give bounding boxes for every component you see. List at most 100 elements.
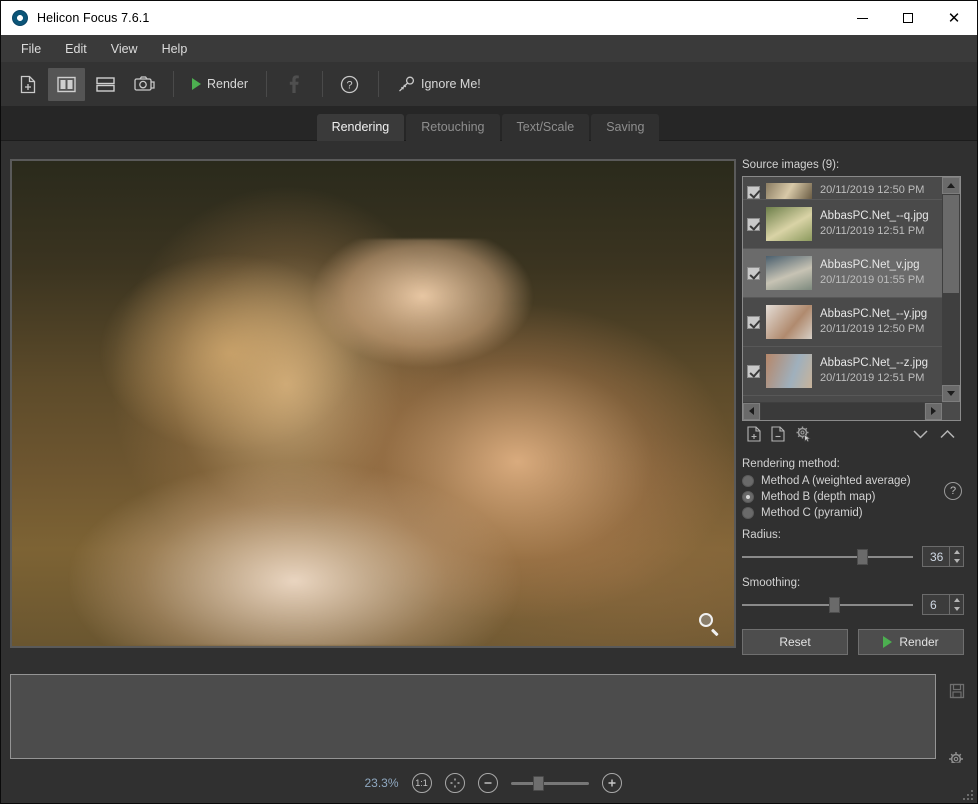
radio-method-b[interactable]: [742, 491, 754, 503]
menu-edit[interactable]: Edit: [53, 38, 99, 60]
smoothing-stepper-buttons: [949, 595, 963, 614]
source-list-vertical-scrollbar[interactable]: [942, 177, 960, 402]
source-date: 20/11/2019 12:50 PM: [820, 183, 924, 199]
scroll-left-button[interactable]: [743, 403, 760, 420]
window-title: Helicon Focus 7.6.1: [37, 11, 149, 25]
radio-method-c[interactable]: [742, 507, 754, 519]
maximize-button[interactable]: [885, 1, 931, 35]
zoom-slider-thumb[interactable]: [533, 776, 544, 791]
radius-value[interactable]: 36: [923, 547, 949, 566]
method-c-option[interactable]: Method C (pyramid): [742, 507, 964, 519]
maximize-icon: [903, 13, 913, 23]
menu-file[interactable]: File: [9, 38, 53, 60]
add-file-button[interactable]: [9, 68, 46, 101]
smoothing-slider[interactable]: [742, 604, 913, 606]
list-settings-button[interactable]: [795, 425, 813, 443]
scrollbar-corner: [942, 402, 960, 420]
right-panel: Source images (9): 20/11/2019 12:50 PM: [742, 159, 964, 655]
scroll-down-button[interactable]: [942, 385, 960, 402]
smoothing-decrement-button[interactable]: [950, 605, 963, 615]
menu-view[interactable]: View: [99, 38, 150, 60]
list-item[interactable]: 20/11/2019 12:50 PM: [743, 177, 942, 200]
reset-button[interactable]: Reset: [742, 629, 848, 655]
zoom-out-button[interactable]: [478, 773, 498, 793]
source-filename: AbbasPC.Net_v.jpg: [820, 257, 924, 274]
tab-rendering[interactable]: Rendering: [317, 114, 405, 141]
chevron-down-icon: [954, 559, 960, 563]
method-a-option[interactable]: Method A (weighted average): [742, 475, 964, 487]
render-toolbar-button[interactable]: Render: [182, 68, 258, 101]
method-b-option[interactable]: Method B (depth map): [742, 491, 964, 503]
source-checkbox[interactable]: [747, 316, 760, 329]
smoothing-label: Smoothing:: [742, 577, 964, 589]
plus-circle-icon: [606, 777, 618, 789]
chevron-up-icon: [954, 598, 960, 602]
source-images-list[interactable]: 20/11/2019 12:50 PM AbbasPC.Net_--q.jpg …: [742, 176, 961, 421]
rendering-method-section: Rendering method: Method A (weighted ave…: [742, 458, 964, 519]
scroll-right-button[interactable]: [925, 403, 942, 420]
source-checkbox[interactable]: [747, 365, 760, 378]
list-item[interactable]: AbbasPC.Net_v.jpg 20/11/2019 01:55 PM: [743, 249, 942, 298]
zoom-slider[interactable]: [511, 782, 589, 785]
vertical-scroll-thumb[interactable]: [943, 195, 959, 293]
preview-subject: [70, 239, 604, 646]
rendering-help-icon[interactable]: ?: [944, 482, 962, 500]
minus-circle-icon: [482, 777, 494, 789]
list-item[interactable]: AbbasPC.Net_--q.jpg 20/11/2019 12:51 PM: [743, 200, 942, 249]
scroll-right-icon: [931, 407, 936, 415]
scroll-down-icon: [947, 391, 955, 396]
remove-images-button[interactable]: [771, 426, 785, 442]
zoom-in-button[interactable]: [602, 773, 622, 793]
method-c-label: Method C (pyramid): [761, 507, 863, 519]
smoothing-value[interactable]: 6: [923, 595, 949, 614]
radio-method-a[interactable]: [742, 475, 754, 487]
smoothing-increment-button[interactable]: [950, 595, 963, 605]
move-down-button[interactable]: [912, 428, 929, 441]
list-item[interactable]: AbbasPC.Net_--y.jpg 20/11/2019 12:50 PM: [743, 298, 942, 347]
results-panel[interactable]: [10, 674, 936, 759]
save-disk-icon[interactable]: [949, 683, 965, 699]
source-checkbox[interactable]: [747, 186, 760, 199]
smoothing-slider-thumb[interactable]: [829, 597, 840, 613]
radius-decrement-button[interactable]: [950, 557, 963, 567]
source-meta: AbbasPC.Net_--y.jpg 20/11/2019 12:50 PM: [820, 306, 927, 339]
source-date: 20/11/2019 12:51 PM: [820, 224, 929, 240]
tab-retouching[interactable]: Retouching: [406, 114, 499, 141]
horizontal-scroll-thumb[interactable]: [761, 403, 924, 420]
list-item[interactable]: AbbasPC.Net_--z.jpg 20/11/2019 12:51 PM: [743, 347, 942, 396]
magnifier-icon[interactable]: [699, 613, 720, 634]
source-list-horizontal-scrollbar[interactable]: [743, 402, 942, 420]
scroll-up-button[interactable]: [942, 177, 960, 194]
window-resize-grip[interactable]: [961, 788, 973, 800]
license-button[interactable]: Ignore Me!: [387, 68, 491, 101]
radius-slider-thumb[interactable]: [857, 549, 868, 565]
radius-slider[interactable]: [742, 556, 913, 558]
fit-to-window-icon[interactable]: [445, 773, 465, 793]
camera-button[interactable]: [126, 68, 163, 101]
menu-help[interactable]: Help: [150, 38, 200, 60]
render-button[interactable]: Render: [858, 629, 964, 655]
minimize-button[interactable]: [839, 1, 885, 35]
image-preview[interactable]: [12, 161, 734, 646]
add-images-button[interactable]: [747, 426, 761, 442]
move-up-button[interactable]: [939, 428, 956, 441]
radius-stepper[interactable]: 36: [922, 546, 964, 567]
split-vertical-button[interactable]: [48, 68, 85, 101]
help-button[interactable]: ?: [331, 68, 368, 101]
facebook-button[interactable]: [275, 68, 312, 101]
tab-saving[interactable]: Saving: [591, 114, 659, 141]
radius-increment-button[interactable]: [950, 547, 963, 557]
source-thumbnail: [766, 305, 812, 339]
minimize-icon: [857, 18, 868, 19]
tab-text-scale[interactable]: Text/Scale: [502, 114, 590, 141]
action-buttons: Reset Render: [742, 629, 964, 655]
source-checkbox[interactable]: [747, 267, 760, 280]
source-checkbox[interactable]: [747, 218, 760, 231]
close-button[interactable]: ✕: [931, 1, 977, 35]
smoothing-stepper[interactable]: 6: [922, 594, 964, 615]
one-to-one-icon[interactable]: 1:1: [412, 773, 432, 793]
chevron-down-icon: [954, 607, 960, 611]
source-date: 20/11/2019 12:50 PM: [820, 322, 927, 338]
split-horizontal-button[interactable]: [87, 68, 124, 101]
window-controls: ✕: [839, 1, 977, 35]
